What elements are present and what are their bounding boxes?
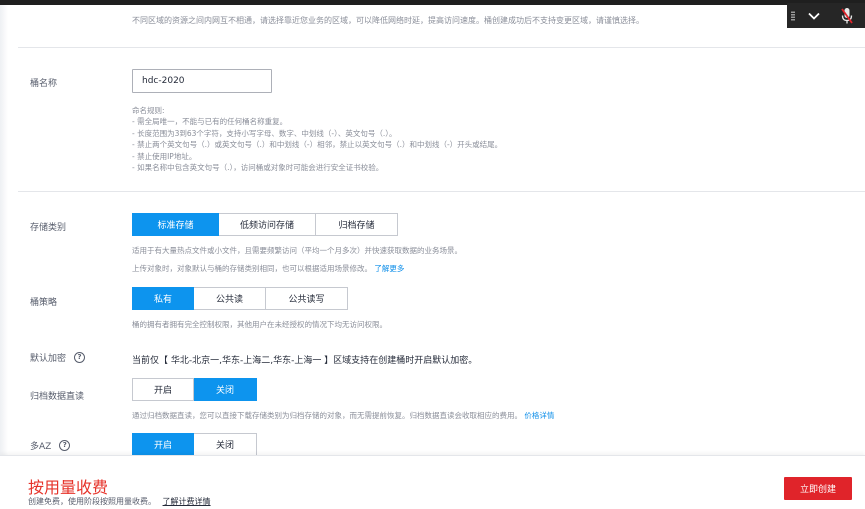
page-gutter: [0, 5, 8, 455]
storage-class-label: 存储类别: [30, 223, 67, 233]
encryption-label: 默认加密 ?: [30, 351, 86, 364]
learn-more-link[interactable]: 了解更多: [374, 264, 404, 273]
archive-read-off[interactable]: 关闭: [194, 378, 257, 401]
divider: [18, 47, 865, 48]
naming-rules: 命名规则: - 需全局唯一，不能与已有的任何桶名称重复。 - 长度范围为3到63…: [132, 105, 502, 173]
policy-public-read[interactable]: 公共读: [194, 287, 266, 310]
bucket-policy-label: 桶策略: [30, 298, 58, 308]
price-footer: 按用量收费 创建免费，使用阶段按照用量收费。 了解计费详情: [0, 455, 865, 509]
help-icon[interactable]: ?: [59, 440, 71, 451]
archive-read-desc: 通过归档数据直读，您可以直接下载存储类别为归档存储的对象，而无需提前恢复。归档数…: [132, 410, 554, 421]
encryption-label-text: 默认加密: [30, 354, 67, 364]
multi-az-toggle: 开启 关闭: [132, 433, 257, 455]
bucket-policy-selector: 私有 公共读 公共读写: [132, 287, 348, 310]
price-title: 按用量收费: [28, 478, 109, 497]
archive-read-toggle: 开启 关闭: [132, 378, 257, 401]
bucket-policy-desc: 桶的拥有者拥有完全控制权限，其他用户在未经授权的情况下均无访问权限。: [132, 320, 387, 329]
naming-rule-line: - 如果名称中包含英文句号（.），访问桶或对象时可能会进行安全证书校验。: [132, 163, 384, 173]
storage-class-infrequent[interactable]: 低频访问存储: [219, 213, 316, 236]
microphone-muted-icon[interactable]: [829, 3, 865, 28]
naming-rule-line: 命名规则:: [132, 106, 165, 115]
storage-class-archive[interactable]: 归档存储: [316, 213, 398, 236]
naming-rule-line: - 长度范围为3到63个字符，支持小写字母、数字、中划线（-）、英文句号（.）。: [132, 128, 397, 138]
price-details-link[interactable]: 价格详情: [524, 411, 554, 420]
storage-class-desc2-text: 上传对象时，对象默认与桶的存储类别相同，也可以根据适用场景修改。: [132, 264, 372, 273]
naming-rule-line: - 禁止使用IP地址。: [132, 151, 197, 161]
help-icon[interactable]: ?: [74, 352, 86, 363]
create-now-button[interactable]: 立即创建: [784, 477, 852, 500]
region-hint: 不同区域的资源之间内网互不相通，请选择靠近您业务的区域，可以降低网络时延，提高访…: [132, 16, 644, 25]
drag-handle-icon[interactable]: [787, 3, 799, 28]
price-desc: 创建免费，使用阶段按照用量收费。 了解计费详情: [28, 496, 211, 507]
divider: [18, 191, 865, 192]
multi-az-label-text: 多AZ: [30, 442, 52, 452]
chevron-down-icon[interactable]: [799, 3, 829, 28]
create-bucket-form: 不同区域的资源之间内网互不相通，请选择靠近您业务的区域，可以降低网络时延，提高访…: [0, 5, 865, 455]
archive-read-desc-text: 通过归档数据直读，您可以直接下载存储类别为归档存储的对象，而无需提前恢复。归档数…: [132, 411, 522, 420]
storage-class-selector: 标准存储 低频访问存储 归档存储: [132, 213, 398, 236]
policy-private[interactable]: 私有: [132, 287, 194, 310]
archive-read-on[interactable]: 开启: [132, 378, 194, 401]
storage-class-desc: 适用于有大量热点文件或小文件，且需要频繁访问（平均一个月多次）并快速获取数据的业…: [132, 246, 462, 255]
naming-rule-line: - 禁止两个英文句号（.）或英文句号（.）和中划线（-）相邻，禁止以英文句号（.…: [132, 140, 503, 150]
floating-toolbar: [787, 3, 865, 28]
naming-rule-line: - 需全局唯一，不能与已有的任何桶名称重复。: [132, 117, 288, 127]
price-desc-text: 创建免费，使用阶段按照用量收费。: [28, 497, 156, 506]
storage-class-desc2: 上传对象时，对象默认与桶的存储类别相同，也可以根据适用场景修改。 了解更多: [132, 263, 404, 274]
archive-read-label: 归档数据直读: [30, 392, 85, 402]
bucket-name-label: 桶名称: [30, 79, 58, 89]
multi-az-off[interactable]: 关闭: [194, 433, 257, 455]
policy-public-read-write[interactable]: 公共读写: [266, 287, 348, 310]
storage-class-standard[interactable]: 标准存储: [132, 213, 219, 236]
bucket-name-input[interactable]: [132, 69, 272, 93]
multi-az-label: 多AZ ?: [30, 439, 71, 452]
multi-az-on[interactable]: 开启: [132, 433, 194, 455]
encryption-notice: 当前仅【 华北-北京一,华东-上海二,华东-上海一 】区域支持在创建桶时开启默认…: [132, 356, 478, 366]
billing-details-link[interactable]: 了解计费详情: [163, 497, 211, 506]
